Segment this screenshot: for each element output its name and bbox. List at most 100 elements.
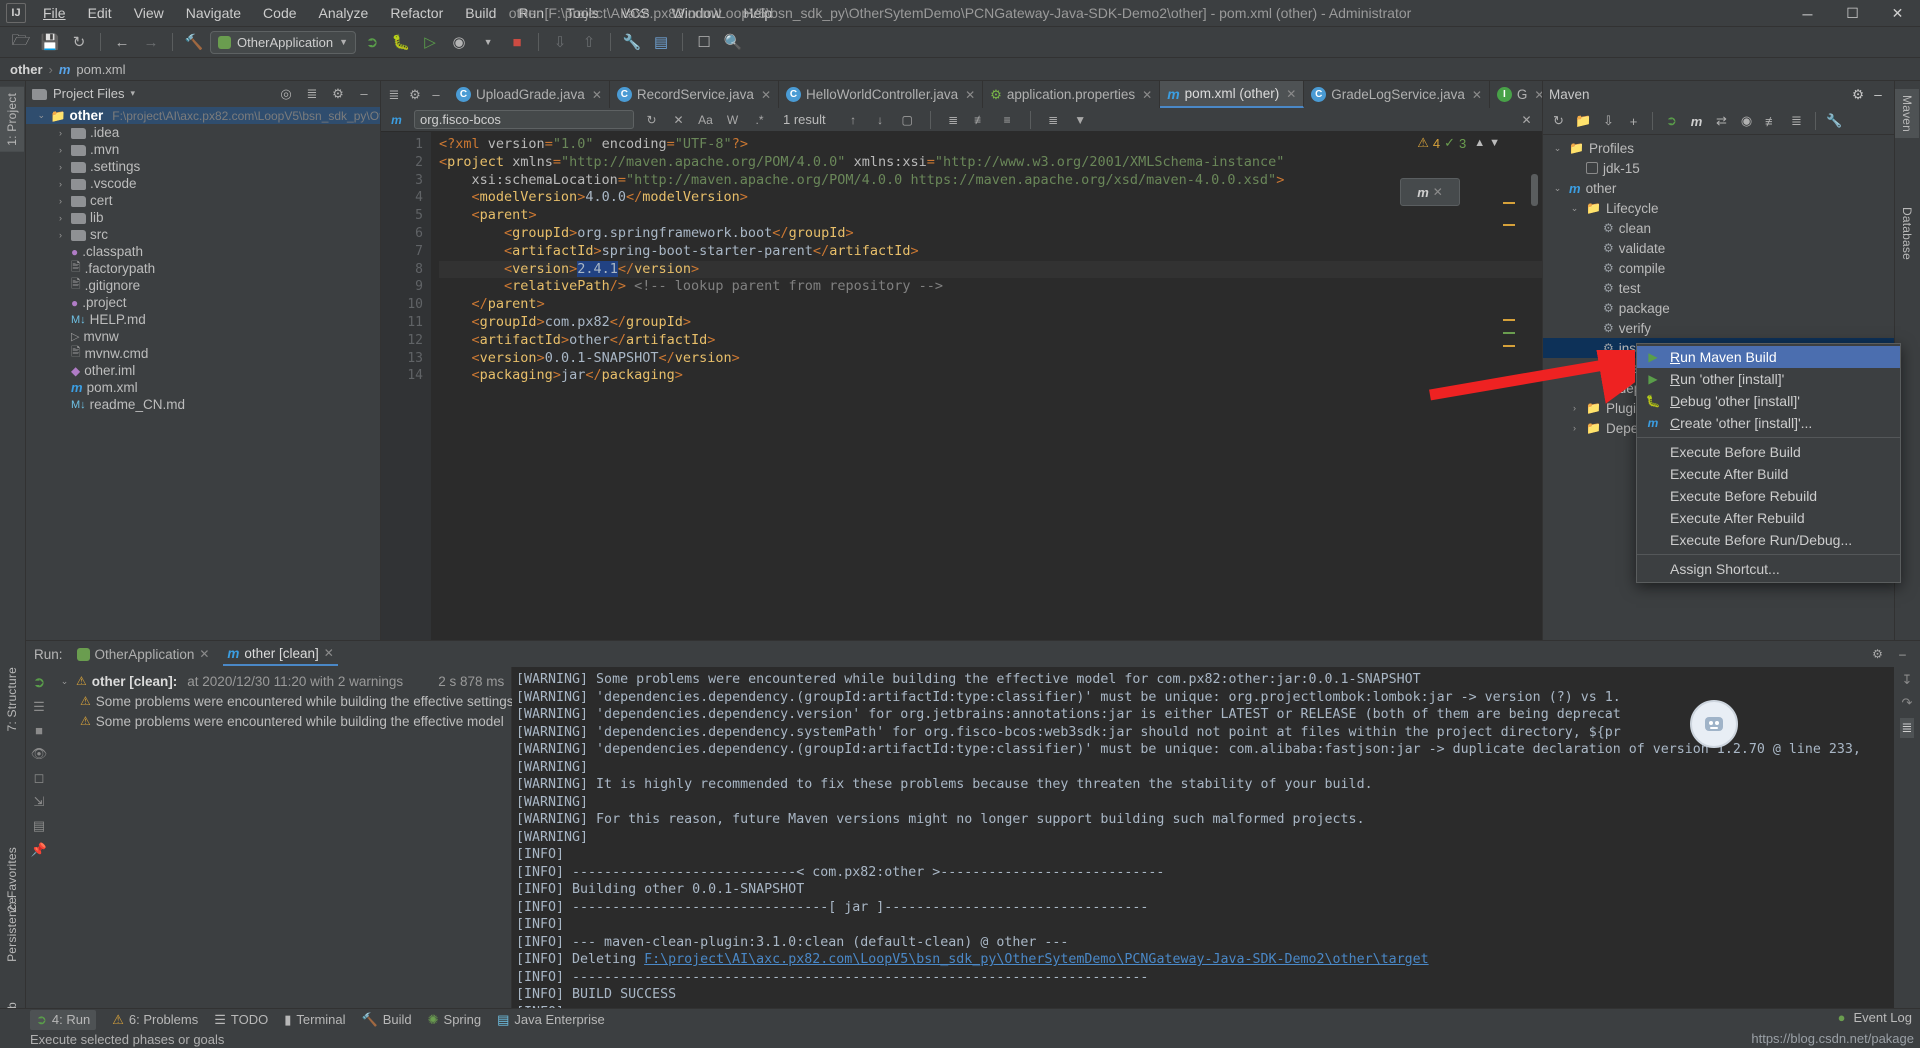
maven-tree-item-validate[interactable]: ⚙ validate — [1543, 238, 1894, 258]
select-all-icon[interactable]: ▢ — [898, 110, 917, 129]
code-line[interactable]: <version>2.4.1</version> — [439, 260, 1542, 279]
coverage-icon[interactable]: ▷ — [417, 30, 443, 54]
tree-expander[interactable]: ⌄ — [1551, 183, 1564, 194]
maximize-button[interactable]: ☐ — [1830, 0, 1875, 27]
run-configuration-selector[interactable]: OtherApplication ▼ — [210, 30, 357, 54]
code-line[interactable]: <parent> — [439, 207, 1542, 225]
terminal-icon[interactable]: ☐ — [691, 30, 717, 54]
context-menu-item-execute-after-rebuild[interactable]: Execute After Rebuild — [1637, 507, 1900, 529]
status-tool-6-problems[interactable]: ⚠ 6: Problems — [112, 1012, 198, 1028]
run-tab-otherapplication[interactable]: OtherApplication ✕ — [73, 644, 214, 665]
prev-occurrence-icon[interactable]: ↑ — [844, 110, 863, 129]
add-icon[interactable]: + — [1622, 110, 1645, 132]
prev-problem-icon[interactable]: ▲ — [1474, 137, 1485, 149]
gear-icon[interactable]: ⚙ — [1848, 87, 1868, 103]
marker-warning[interactable] — [1503, 224, 1515, 226]
project-tree-item[interactable]: m pom.xml — [26, 379, 380, 396]
marker-warning[interactable] — [1503, 345, 1515, 347]
soft-wrap-icon[interactable]: ↷ — [1902, 695, 1913, 711]
code-line[interactable]: <groupId>org.springframework.boot</group… — [439, 225, 1542, 243]
project-tree-item[interactable]: 🖹 .gitignore — [26, 277, 380, 294]
hide-icon[interactable]: – — [1893, 645, 1912, 664]
editor-tab-gradelogservice[interactable]: C GradeLogService.java ✕ — [1304, 81, 1490, 108]
code-line[interactable]: <?xml version="1.0" encoding="UTF-8"?> — [439, 136, 1542, 154]
project-tree-item[interactable]: › .settings — [26, 158, 380, 175]
maven-tree-item-profiles[interactable]: ⌄ 📁 Profiles — [1543, 138, 1894, 158]
close-icon[interactable]: ✕ — [1433, 185, 1443, 199]
build-tree-item[interactable]: ⚠ Some problems were encountered while bu… — [52, 711, 511, 731]
fold-icon[interactable]: ≡ — [998, 110, 1017, 129]
build-tree-item[interactable]: ⚠ Some problems were encountered while bu… — [52, 691, 514, 711]
build-tree[interactable]: ⌄ ⚠ other [clean]: at 2020/12/30 11:20 with… — [52, 667, 514, 1008]
menu-navigate[interactable]: Navigate — [175, 2, 252, 24]
tree-expander[interactable]: › — [54, 196, 67, 206]
filter-icon[interactable]: ≣ — [1899, 718, 1915, 738]
status-tool-java-enterprise[interactable]: ▤ Java Enterprise — [497, 1012, 605, 1028]
breadcrumb-file[interactable]: pom.xml — [76, 62, 125, 77]
maven-tree-item-other[interactable]: ⌄ m other — [1543, 178, 1894, 198]
tree-expander[interactable]: › — [54, 230, 67, 240]
sidebar-item-persistence[interactable]: Persistence — [0, 891, 24, 968]
context-menu-item-run-other-install[interactable]: ▶ Run 'other [install]' — [1637, 368, 1900, 390]
maven-tree-item-compile[interactable]: ⚙ compile — [1543, 258, 1894, 278]
gear-icon[interactable]: ⚙ — [328, 84, 348, 104]
editor-tab-application[interactable]: ⚙ application.properties ✕ — [983, 81, 1161, 108]
menu-analyze[interactable]: Analyze — [308, 2, 380, 24]
collapse-all-icon[interactable]: ≢ — [1760, 110, 1783, 132]
build-tree-item[interactable]: ⌄ ⚠ other [clean]: at 2020/12/30 11:20 with… — [52, 671, 511, 691]
editor-tab-pom[interactable]: m pom.xml (other) ✕ — [1160, 81, 1305, 108]
next-problem-icon[interactable]: ▼ — [1489, 137, 1500, 149]
run-icon[interactable]: ➲ — [1660, 110, 1683, 132]
download-sources-icon[interactable]: ⇩ — [1597, 110, 1620, 132]
tree-expander[interactable]: ⌄ — [1551, 143, 1564, 154]
regex-toggle[interactable]: .* — [750, 110, 769, 129]
code-line[interactable]: <artifactId>other</artifactId> — [439, 332, 1542, 350]
editor-scrollbar-thumb[interactable] — [1531, 174, 1538, 206]
tree-expander[interactable]: › — [54, 128, 67, 138]
sidebar-item-maven[interactable]: Maven — [1895, 89, 1919, 139]
close-icon[interactable]: ✕ — [761, 88, 771, 102]
generate-sources-icon[interactable]: 📁 — [1572, 110, 1595, 132]
context-menu-item-execute-before-rebuild[interactable]: Execute Before Rebuild — [1637, 485, 1900, 507]
tree-expander[interactable]: › — [54, 213, 67, 223]
maven-reload-badge[interactable]: m ✕ — [1400, 178, 1460, 206]
code-line[interactable]: <artifactId>spring-boot-starter-parent</… — [439, 243, 1542, 261]
clear-icon[interactable]: ✕ — [669, 110, 688, 129]
collapse-all-icon[interactable]: ≣ — [302, 84, 322, 104]
code-line[interactable]: <project xmlns="http://maven.apache.org/… — [439, 154, 1542, 172]
close-icon[interactable]: ✕ — [199, 647, 209, 661]
close-icon[interactable]: ✕ — [1534, 88, 1542, 102]
sort-icon[interactable]: ≣ — [1044, 110, 1063, 129]
tree-expander[interactable]: › — [54, 162, 67, 172]
assistant-avatar[interactable] — [1690, 700, 1738, 748]
maven-tree-item-verify[interactable]: ⚙ verify — [1543, 318, 1894, 338]
settings-icon[interactable]: 🔧 — [619, 30, 645, 54]
project-tree-item[interactable]: › .vscode — [26, 175, 380, 192]
editor-tab-uploadgrade[interactable]: C UploadGrade.java ✕ — [449, 81, 610, 108]
toggle-tasks-icon[interactable]: ☰ — [33, 699, 45, 715]
maven-goal-context-menu[interactable]: ▶ Run Maven Build ▶ Run 'other [install]' 🐛 D… — [1636, 343, 1901, 583]
execute-goal-icon[interactable]: m — [1685, 110, 1708, 132]
camera-icon[interactable]: ◻ — [34, 770, 45, 786]
code-line[interactable]: xsi:schemaLocation="http://maven.apache.… — [439, 172, 1542, 190]
toggle-skip-tests-icon[interactable]: ⇄ — [1710, 110, 1733, 132]
minimize-button[interactable]: ─ — [1785, 0, 1830, 27]
next-occurrence-icon[interactable]: ↓ — [871, 110, 890, 129]
gear-icon[interactable]: ⚙ — [406, 86, 424, 104]
hide-icon[interactable]: – — [1868, 87, 1888, 102]
close-button[interactable]: ✕ — [1875, 0, 1920, 27]
run-icon[interactable]: ➲ — [359, 30, 385, 54]
inspection-widget[interactable]: ⚠ 4 ✓ 3 ▲ ▼ — [1417, 135, 1500, 151]
status-tool-build[interactable]: 🔨 Build — [362, 1012, 412, 1028]
stop-icon[interactable]: ■ — [35, 723, 43, 738]
editor-tab-g[interactable]: I G ✕ — [1490, 81, 1542, 108]
tree-expander[interactable]: › — [54, 179, 67, 189]
tree-expander[interactable]: › — [1568, 403, 1581, 413]
project-tree-item[interactable]: ◆ other.iml — [26, 362, 380, 379]
project-tree-item[interactable]: › src — [26, 226, 380, 243]
search-everywhere-icon[interactable]: 🔍 — [720, 30, 746, 54]
code-line[interactable]: <groupId>com.px82</groupId> — [439, 314, 1542, 332]
status-tool-spring[interactable]: ✺ Spring — [428, 1012, 481, 1028]
tree-expander[interactable]: ⌄ — [58, 676, 71, 687]
stop-icon[interactable]: ■ — [504, 30, 530, 54]
